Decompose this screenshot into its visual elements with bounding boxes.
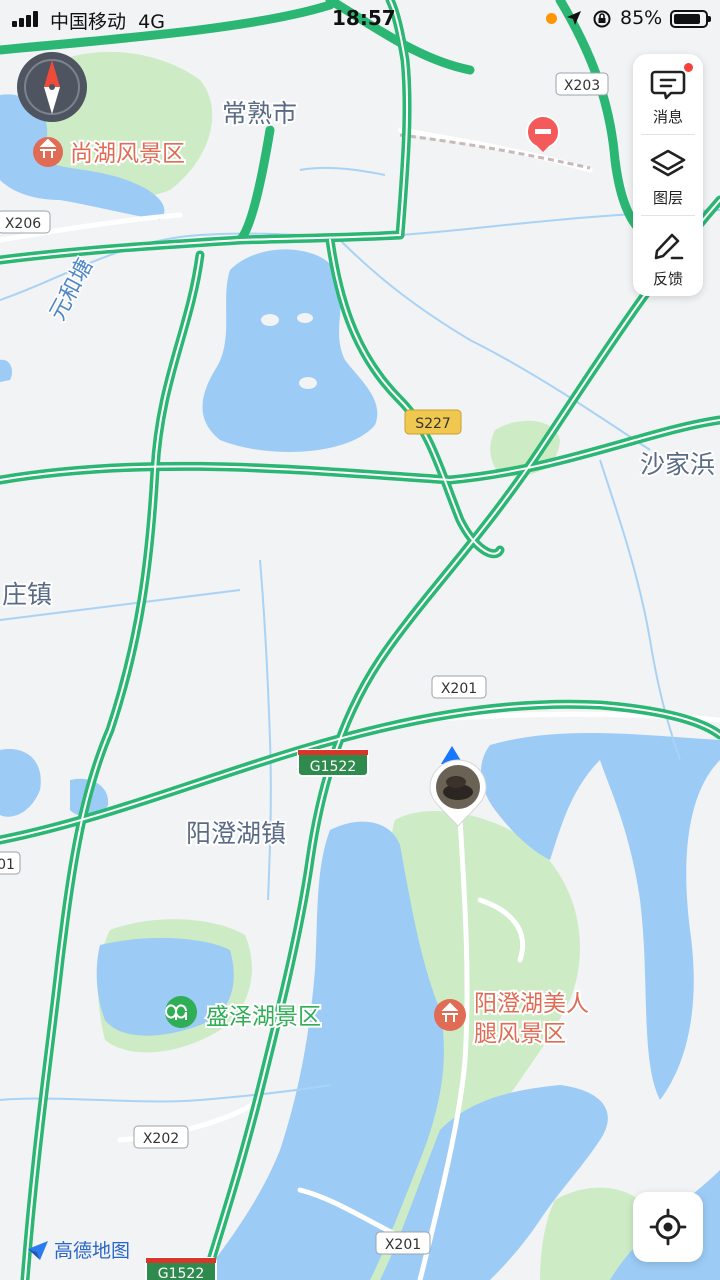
road-shield-x201-bottom: X201	[375, 1231, 431, 1255]
feedback-label: 反馈	[652, 270, 683, 288]
crosshair-icon	[649, 1208, 687, 1246]
layers-icon	[650, 149, 686, 177]
clock: 18:57	[332, 6, 396, 30]
road-shield-x206: X206	[0, 210, 51, 234]
road-shield-g1522-mid: G1522	[297, 749, 369, 777]
messages-label: 消息	[652, 108, 683, 126]
road-shield-x202: X202	[133, 1125, 189, 1149]
feedback-button[interactable]: 反馈	[633, 216, 703, 296]
status-bar: 中国移动 4G 18:57 85%	[0, 0, 720, 40]
battery-percentage: 85%	[620, 7, 663, 29]
shield-text: S227	[415, 416, 451, 432]
compass-icon	[24, 59, 80, 115]
shield-text: X206	[5, 216, 41, 232]
messages-button[interactable]: 消息	[633, 54, 703, 134]
shield-text: X201	[441, 681, 477, 697]
place-label-changshu: 常熟市	[222, 99, 297, 128]
location-arrow-icon	[565, 9, 583, 32]
shield-text: X202	[143, 1131, 179, 1147]
unread-badge	[683, 62, 694, 73]
edit-pencil-icon	[654, 233, 684, 260]
poi-label: 盛泽湖景区	[206, 1004, 321, 1030]
amap-logo: 高德地图	[26, 1236, 130, 1263]
poi-label: 尚湖风景区	[70, 141, 185, 167]
place-label-zhuang-zhen: 庄镇	[2, 580, 52, 609]
cellular-signal-icon	[12, 11, 42, 27]
map-side-panel: 消息 图层 反馈	[633, 54, 703, 296]
carrier-label: 中国移动 4G	[50, 11, 165, 33]
poi-label: 阳澄湖美人	[474, 991, 589, 1017]
road-shield-x201-top: X201	[431, 675, 487, 699]
layers-label: 图层	[652, 189, 683, 207]
poi-shanghu[interactable]: 尚湖风景区	[33, 137, 187, 169]
road-shield-g1522-bottom: G1522	[145, 1257, 217, 1280]
locate-me-button[interactable]	[633, 1192, 703, 1262]
place-label-yangchenghu-zhen: 阳澄湖镇	[186, 819, 286, 848]
amap-logo-icon	[28, 1240, 48, 1260]
message-icon	[650, 70, 686, 100]
map-canvas[interactable]: X203 X206 S227 X201 G1522 01 X202 X201 G…	[0, 0, 720, 1280]
road-shield-x203: X203	[555, 72, 609, 96]
network-type: 4G	[138, 11, 165, 33]
layers-button[interactable]: 图层	[633, 135, 703, 215]
road-shield-s227: S227	[404, 409, 462, 435]
shield-text: G1522	[158, 1266, 204, 1280]
shield-text: G1522	[310, 759, 356, 775]
battery-icon	[670, 10, 711, 28]
road-shield-01: 01	[0, 851, 21, 875]
no-entry-icon	[535, 129, 551, 134]
place-label-shajiabang: 沙家浜	[640, 450, 715, 479]
user-location-marker[interactable]	[429, 746, 489, 828]
logo-text: 高德地图	[54, 1240, 131, 1262]
shield-text: X203	[564, 78, 600, 94]
recording-indicator-icon	[546, 13, 557, 24]
poi-label: 腿风景区	[474, 1021, 566, 1047]
compass-button[interactable]	[17, 52, 87, 122]
rotation-lock-icon	[592, 9, 612, 34]
shield-text: 01	[0, 857, 15, 873]
shield-text: X201	[385, 1237, 421, 1253]
